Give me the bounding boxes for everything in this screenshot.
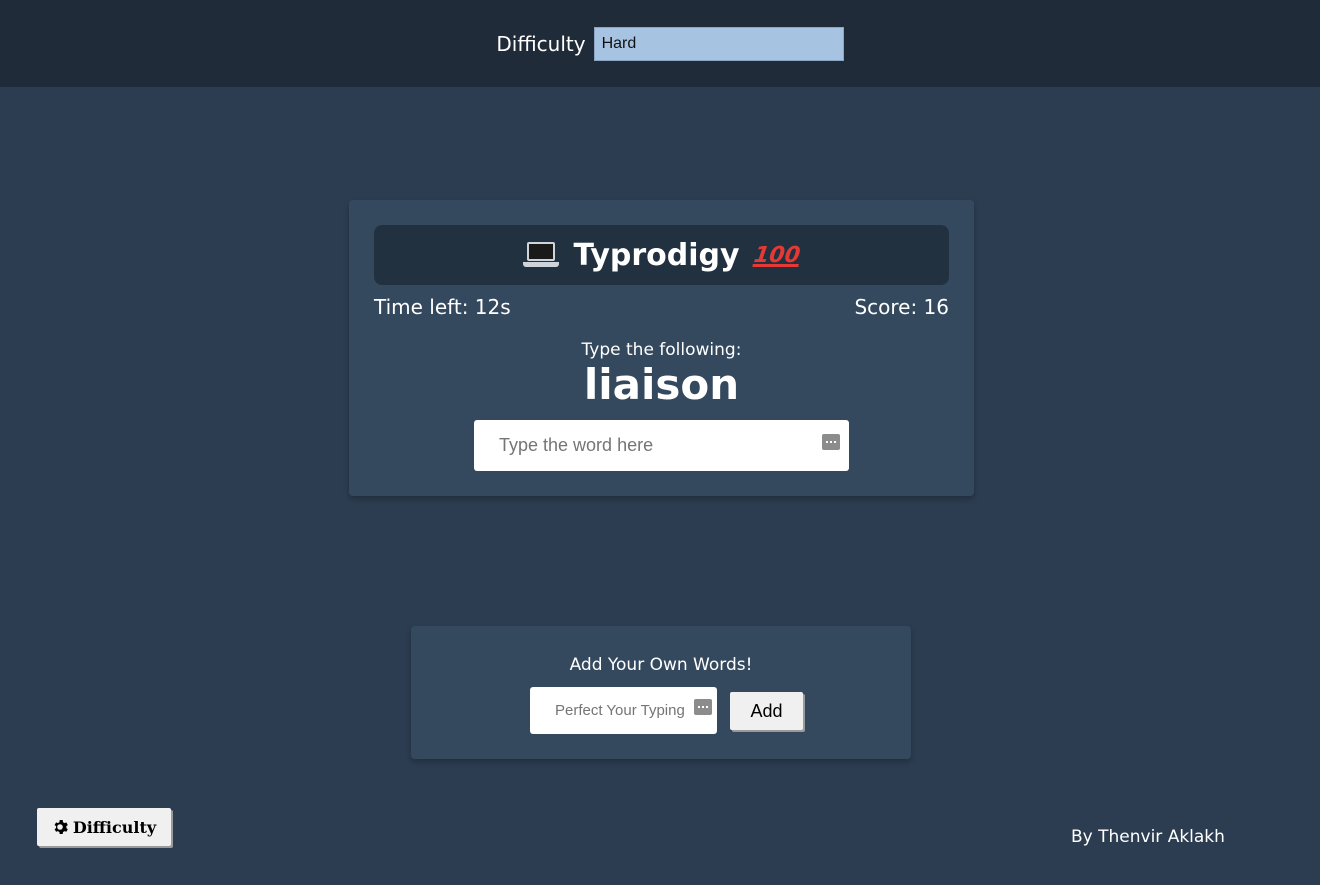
- difficulty-control: Difficulty Hard: [496, 26, 844, 61]
- word-input-placeholder: Type the word here: [499, 435, 654, 455]
- laptop-icon: [523, 240, 560, 270]
- app-title: Typrodigy: [573, 237, 740, 273]
- game-card: Typrodigy 100 Time left: 12s Score: 16 T…: [349, 200, 974, 496]
- keyboard-icon[interactable]: [822, 434, 840, 450]
- add-button[interactable]: Add: [730, 692, 803, 730]
- difficulty-header: Difficulty Hard: [0, 0, 1320, 87]
- add-word-placeholder: Perfect Your Typing: [555, 702, 685, 719]
- difficulty-settings-button[interactable]: Difficulty: [37, 808, 171, 846]
- add-words-title: Add Your Own Words!: [569, 655, 753, 675]
- add-word-input[interactable]: Perfect Your Typing: [530, 687, 717, 734]
- title-bar: Typrodigy 100: [374, 225, 949, 285]
- target-word: liaison: [583, 360, 740, 409]
- score: Score: 16: [854, 295, 949, 319]
- stats-row: Time left: 12s Score: 16: [374, 295, 949, 319]
- keyboard-icon[interactable]: [694, 699, 712, 715]
- gear-icon: [54, 820, 68, 834]
- prompt-text: Type the following:: [581, 340, 742, 360]
- author-credit: By Thenvir Aklakh: [1071, 827, 1225, 847]
- hundred-points-icon: 100: [751, 242, 802, 268]
- difficulty-label: Difficulty: [496, 31, 586, 56]
- add-words-card: Add Your Own Words! Perfect Your Typing …: [411, 626, 911, 759]
- difficulty-settings-label: Difficulty: [72, 817, 157, 837]
- difficulty-select[interactable]: Hard: [593, 26, 844, 61]
- time-left: Time left: 12s: [374, 295, 511, 319]
- word-input[interactable]: Type the word here: [474, 420, 849, 471]
